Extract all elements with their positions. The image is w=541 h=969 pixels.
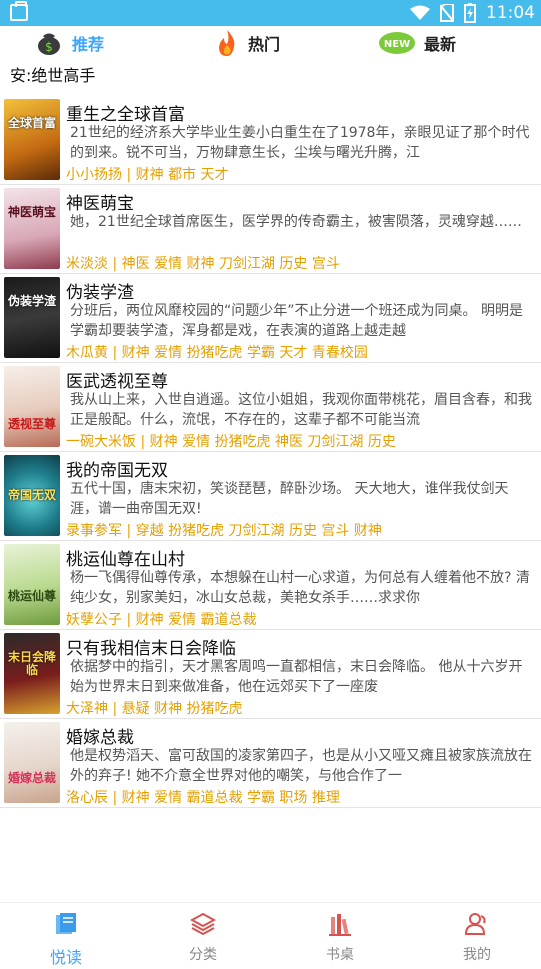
- book-cover: 神医萌宝: [4, 188, 60, 269]
- tab-recommended[interactable]: $ 推荐: [34, 28, 104, 58]
- book-description: 依据梦中的指引，天才黑客周鸣一直都相信，末日会降临。 他从十六岁开始为世界末日到…: [70, 659, 523, 695]
- layers-icon: [189, 912, 217, 936]
- book-title: 伪装学渣: [66, 283, 134, 303]
- nav-read[interactable]: 悦读: [26, 911, 106, 968]
- book-row[interactable]: 婚嫁总裁 婚嫁总裁 他是权势滔天、富可敌国的凌家第四子，也是从小又哑又瘫且被家族…: [0, 719, 541, 808]
- book-title: 婚嫁总裁: [66, 728, 134, 748]
- svg-text:$: $: [45, 40, 53, 54]
- book-meta: 小小扬扬 | 财神 都市 天才: [66, 167, 229, 183]
- status-bar: 11:04: [0, 0, 541, 26]
- book-row[interactable]: 帝国无双 我的帝国无双 五代十国，唐末宋初，笑谈琵琶，醉卧沙场。 天大地大，谁伴…: [0, 452, 541, 541]
- nav-category[interactable]: 分类: [163, 911, 243, 964]
- book-title: 重生之全球首富: [66, 105, 185, 125]
- book-meta: 米淡淡 | 神医 爱情 财神 刀剑江湖 历史 宫斗: [66, 256, 340, 272]
- status-icons: 11:04: [410, 3, 535, 23]
- book-list: 全球首富 重生之全球首富 21世纪的经济系大学毕业生姜小白重生在了1978年，亲…: [0, 96, 541, 808]
- book-meta: 木瓜黄 | 财神 爱情 扮猪吃虎 学霸 天才 青春校园: [66, 345, 368, 361]
- top-tabs: $ 推荐 热门 NEW 最新: [0, 26, 541, 60]
- book-description: 五代十国，唐末宋初，笑谈琵琶，醉卧沙场。 天大地大，谁伴我仗剑天涯，谱一曲帝国无…: [70, 481, 509, 517]
- book-meta: 洛心辰 | 财神 爱情 霸道总裁 学霸 职场 推理: [66, 790, 340, 806]
- book-cover: 全球首富: [4, 99, 60, 180]
- book-cover: 伪装学渣: [4, 277, 60, 358]
- bookshelf-icon: [329, 914, 351, 936]
- nav-mine[interactable]: 我的: [437, 911, 517, 964]
- battery-charging-icon: [464, 3, 476, 23]
- new-badge-icon: NEW: [379, 32, 415, 54]
- book-stack-icon: [56, 913, 76, 934]
- tab-newest[interactable]: NEW 最新: [378, 28, 456, 58]
- book-title: 只有我相信末日会降临: [66, 639, 236, 659]
- money-bag-icon: $: [38, 33, 60, 55]
- book-description: 他是权势滔天、富可敌国的凌家第四子，也是从小又哑又瘫且被家族流放在外的弃子! 她…: [70, 748, 532, 784]
- book-row[interactable]: 透视至尊 医武透视至尊 我从山上来，入世自逍遥。这位小姐姐，我观你面带桃花，眉目…: [0, 363, 541, 452]
- book-meta: 一碗大米饭 | 财神 爱情 扮猪吃虎 神医 刀剑江湖 历史: [66, 434, 396, 450]
- book-cover: 婚嫁总裁: [4, 722, 60, 803]
- book-title: 医武透视至尊: [66, 372, 168, 392]
- book-title: 神医萌宝: [66, 194, 134, 214]
- no-sim-icon: [440, 4, 454, 22]
- book-title: 我的帝国无双: [66, 461, 168, 481]
- book-description: 她，21世纪全球首席医生，医学界的传奇霸主，被害陨落，灵魂穿越……: [70, 214, 522, 230]
- book-row[interactable]: 全球首富 重生之全球首富 21世纪的经济系大学毕业生姜小白重生在了1978年，亲…: [0, 96, 541, 185]
- wifi-icon: [410, 5, 430, 20]
- book-row[interactable]: 桃运仙尊 桃运仙尊在山村 杨一飞偶得仙尊传承，本想躲在山村一心求道，为何总有人缠…: [0, 541, 541, 630]
- book-cover: 末日会降临: [4, 633, 60, 714]
- tab-hot[interactable]: 热门: [214, 28, 280, 58]
- book-description: 21世纪的经济系大学毕业生姜小白重生在了1978年，亲眼见证了那个时代的到来。锐…: [70, 125, 530, 161]
- book-meta: 录事参军 | 穿越 扮猪吃虎 刀剑江湖 历史 宫斗 财神: [66, 523, 382, 539]
- bottom-nav: 悦读 分类 书桌 我的: [0, 902, 541, 969]
- clipboard-icon: [10, 1, 28, 21]
- book-meta: 大泽神 | 悬疑 财神 扮猪吃虎: [66, 701, 243, 717]
- book-meta: 妖孽公子 | 财神 爱情 霸道总裁: [66, 612, 257, 628]
- clock: 11:04: [486, 3, 535, 23]
- announcement-text: 安:绝世高手: [10, 66, 96, 85]
- book-description: 分班后，两位风靡校园的“问题少年”不止分进一个班还成为同桌。 明明是学霸却要装学…: [70, 303, 523, 339]
- book-description: 我从山上来，入世自逍遥。这位小姐姐，我观你面带桃花，眉目含春，和我正是般配。什么…: [70, 392, 532, 428]
- svg-text:NEW: NEW: [384, 39, 410, 50]
- book-row[interactable]: 伪装学渣 伪装学渣 分班后，两位风靡校园的“问题少年”不止分进一个班还成为同桌。…: [0, 274, 541, 363]
- book-description: 杨一飞偶得仙尊传承，本想躲在山村一心求道，为何总有人缠着他不放? 清纯少女，别家…: [70, 570, 530, 606]
- user-icon: [464, 913, 486, 935]
- flame-icon: [219, 30, 235, 56]
- book-row[interactable]: 末日会降临 只有我相信末日会降临 依据梦中的指引，天才黑客周鸣一直都相信，末日会…: [0, 630, 541, 719]
- book-title: 桃运仙尊在山村: [66, 550, 185, 570]
- nav-bookshelf[interactable]: 书桌: [300, 911, 380, 964]
- book-cover: 帝国无双: [4, 455, 60, 536]
- book-cover: 桃运仙尊: [4, 544, 60, 625]
- book-cover: 透视至尊: [4, 366, 60, 447]
- book-row[interactable]: 神医萌宝 神医萌宝 她，21世纪全球首席医生，医学界的传奇霸主，被害陨落，灵魂穿…: [0, 185, 541, 274]
